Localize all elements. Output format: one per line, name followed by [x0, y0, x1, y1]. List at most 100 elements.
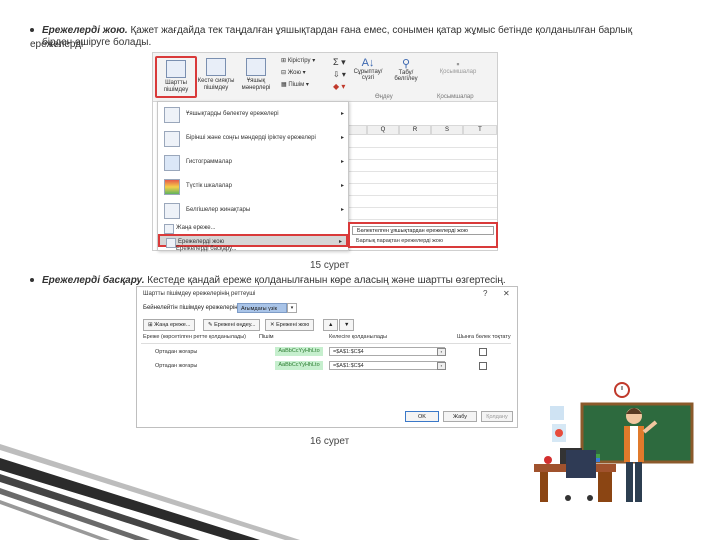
- stripe: [0, 474, 200, 540]
- chevron-right-icon: ▸: [340, 111, 344, 117]
- grid-line: [347, 207, 497, 208]
- teacher-leg: [626, 462, 633, 502]
- chevron-right-icon: ▸: [340, 183, 344, 189]
- format-button[interactable]: ▦ Пішім ▾: [281, 81, 309, 88]
- rule-name: Ортадан жоғары: [155, 349, 198, 355]
- addins-button[interactable]: ▪ Қосымшалар: [429, 59, 487, 75]
- conditional-formatting-button[interactable]: Шартты пішімдеу: [155, 56, 197, 98]
- delete-rule-label: Ережені жою: [276, 322, 310, 328]
- menu-item-highlight-cells-rules[interactable]: Ұяшықтарды бөлектеу ережелері ▸: [158, 104, 348, 126]
- find-select-button[interactable]: ⚲ Табу/ белгілеу: [389, 57, 423, 82]
- col-format: Пішім: [259, 334, 274, 340]
- move-up-button[interactable]: ▲: [323, 319, 339, 331]
- conditional-formatting-label: Шартты пішімдеу: [163, 80, 189, 93]
- apple-icon: [544, 456, 552, 464]
- delete-rule-button[interactable]: ✕ Ережені жою: [265, 319, 315, 331]
- format-preview: AaBbCcYyHhLtо: [275, 347, 323, 356]
- grid-line: [347, 159, 497, 160]
- move-down-button[interactable]: ▼: [339, 319, 355, 331]
- clear-icon[interactable]: ◆ ▾: [333, 82, 345, 91]
- grid-line: [347, 171, 497, 172]
- col-applies: Келесіге қолданылады: [329, 334, 388, 340]
- color-scales-icon: [164, 179, 180, 195]
- column-header[interactable]: Q: [367, 125, 399, 135]
- help-icon[interactable]: ?: [483, 289, 487, 298]
- top-bottom-icon: [164, 131, 180, 147]
- autosum-icon[interactable]: Σ ▾: [333, 57, 346, 68]
- figure-caption-15: 15 сурет: [310, 260, 350, 271]
- menu-item-label: Жаңа ереже...: [176, 225, 216, 231]
- insert-button[interactable]: ⊞ Кірістіру ▾: [281, 57, 315, 64]
- menu-item-label: Белгішелер жинақтары: [186, 207, 251, 213]
- conditional-formatting-icon: [166, 60, 186, 78]
- menu-item-top-bottom-rules[interactable]: Бірінші және соңғы мәндерді іріктеу ереж…: [158, 128, 348, 150]
- show-rules-select[interactable]: Ағымдағы үзік: [237, 303, 287, 313]
- column-header[interactable]: R: [399, 125, 431, 135]
- icon-sets-icon: [164, 203, 180, 219]
- table-row[interactable]: Ортадан жоғары AaBbCcYyHhLtо =$A$1:$C$4 …: [141, 359, 511, 373]
- new-rule-icon: [164, 224, 174, 234]
- format-as-table-button[interactable]: Кесте сияқты пішімдеу: [197, 56, 235, 94]
- group-addins-label: Қосымшалар: [437, 94, 474, 100]
- bullet-delete-rules-title: Ережелерді жою.: [42, 25, 128, 36]
- column-header[interactable]: S: [431, 125, 463, 135]
- bullet-dot: [30, 278, 34, 283]
- new-rule-button[interactable]: ⊞ Жаңа ереже...: [143, 319, 196, 331]
- figure-caption-16: 16 сурет: [310, 436, 350, 447]
- edit-rule-label: Ережені өңдеу...: [214, 322, 256, 328]
- edit-rule-button[interactable]: ✎ Ережені өңдеу...: [203, 319, 261, 331]
- menu-item-icon-sets[interactable]: Белгішелер жинақтары ▸: [158, 200, 348, 222]
- desk-leg: [540, 472, 548, 502]
- chevron-right-icon: ▸: [340, 207, 344, 213]
- stop-if-true-checkbox[interactable]: [479, 362, 487, 370]
- delete-label: Жою: [287, 70, 302, 76]
- group-edit-label: Өңдеу: [375, 94, 393, 100]
- menu-item-new-rule[interactable]: Жаңа ереже...: [158, 222, 348, 234]
- range-picker-icon[interactable]: ▪: [437, 348, 446, 356]
- bullet-delete-rules-text2: бірден өшіруге болады.: [42, 37, 152, 48]
- delete-button[interactable]: ⊟ Жою ▾: [281, 69, 306, 76]
- apply-button[interactable]: Қолдану: [481, 411, 513, 422]
- fill-icon[interactable]: ⇩ ▾: [333, 70, 346, 79]
- applies-to-field[interactable]: =$A$1:$C$4: [329, 347, 445, 356]
- grid-line: [347, 219, 497, 220]
- clear-rules-selected-cells[interactable]: Бөлектелген ұяшықтардан ережелерді жою: [352, 226, 494, 235]
- stop-if-true-checkbox[interactable]: [479, 348, 487, 356]
- close-button[interactable]: Жабу: [443, 411, 477, 422]
- find-select-label: Табу/ белгілеу: [394, 70, 418, 82]
- chair: [566, 450, 596, 478]
- chevron-right-icon: ▸: [338, 239, 342, 245]
- rules-table-header: Ереже (көрсетілген ретте қолданылады) Пі…: [141, 333, 511, 344]
- ok-button[interactable]: OK: [405, 411, 439, 422]
- menu-item-label: Ережелерді басқару...: [176, 246, 237, 252]
- flower-icon: [555, 429, 563, 437]
- chevron-down-icon[interactable]: ▾: [287, 303, 297, 313]
- chevron-right-icon: ▸: [340, 135, 344, 141]
- highlight-cells-icon: [164, 107, 180, 123]
- bullet-manage-rules-text: Кестеде қандай ереже қолданылғанын көре …: [147, 275, 506, 286]
- menu-item-color-scales[interactable]: Түстік шкалалар ▸: [158, 176, 348, 198]
- col-stop: Шынға бөлек тоқтату: [457, 334, 511, 340]
- cell-styles-button[interactable]: Ұяшық мәнерлері: [237, 56, 275, 94]
- clear-rules-entire-sheet[interactable]: Барлық парақтан ережелерді жою: [356, 238, 443, 244]
- menu-item-manage-rules[interactable]: Ережелерді басқару...: [158, 246, 348, 252]
- conditional-formatting-menu: Ұяшықтарды бөлектеу ережелері ▸ Бірінші …: [157, 101, 349, 252]
- chevron-right-icon: ▸: [340, 159, 344, 165]
- range-picker-icon[interactable]: ▪: [437, 362, 446, 370]
- sort-filter-button[interactable]: A↓ Сұрыптау/ сүзгі: [351, 57, 385, 81]
- menu-item-label: Түстік шкалалар: [186, 183, 232, 189]
- decorative-stripes: [0, 444, 300, 540]
- table-row[interactable]: Ортадан жоғары AaBbCcYyHhLtо =$A$1:$C$4 …: [141, 345, 511, 359]
- close-icon[interactable]: ✕: [503, 289, 510, 298]
- new-rule-label: Жаңа ереже...: [154, 322, 191, 328]
- teacher-leg: [635, 462, 642, 502]
- magnifier-icon: ⚲: [401, 58, 411, 70]
- grid-line: [347, 183, 497, 184]
- teacher-illustration: [534, 382, 694, 502]
- menu-item-data-bars[interactable]: Гистограммалар ▸: [158, 152, 348, 174]
- menu-item-label: Ұяшықтарды бөлектеу ережелері: [186, 111, 279, 117]
- menu-item-label: Гистограммалар: [186, 159, 232, 165]
- applies-to-field[interactable]: =$A$1:$C$4: [329, 361, 445, 370]
- table-icon: [206, 58, 226, 76]
- column-header[interactable]: T: [463, 125, 497, 135]
